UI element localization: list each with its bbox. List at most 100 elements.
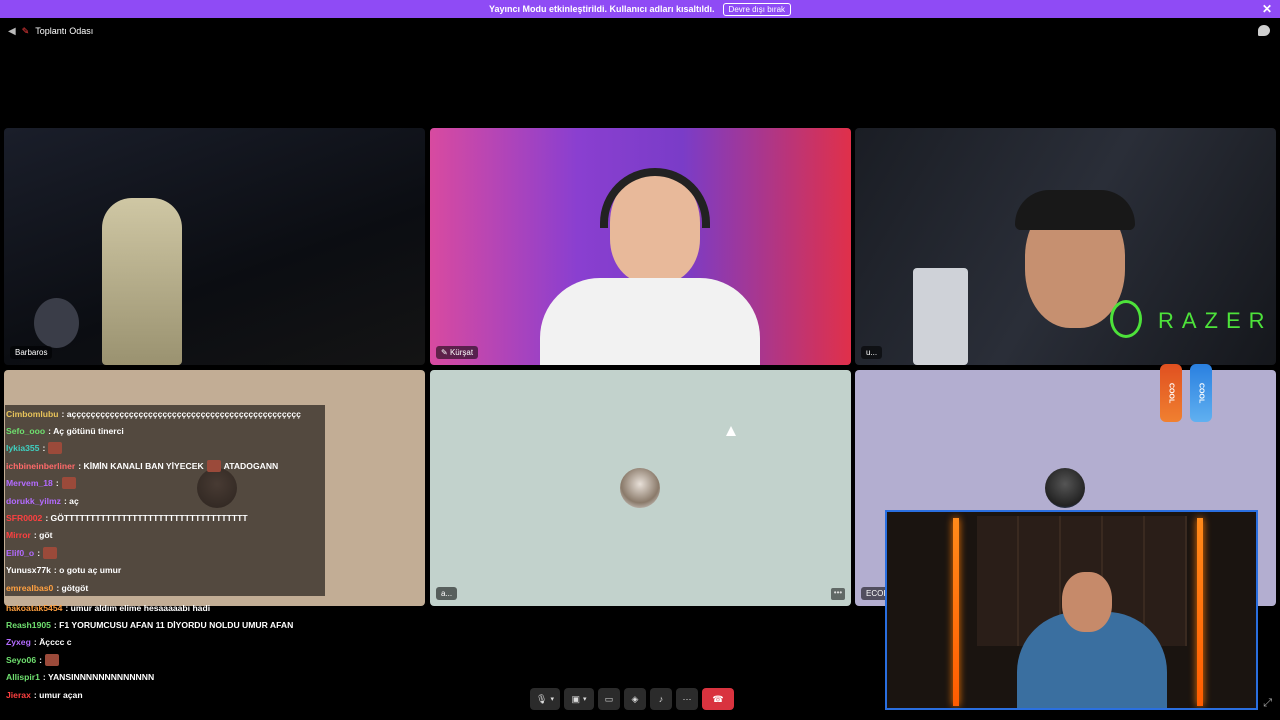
chat-username[interactable]: Reash1905 — [6, 620, 51, 630]
chat-username[interactable]: Mirror — [6, 530, 31, 540]
energy-can: COOL — [1160, 364, 1182, 422]
chat-username[interactable]: SFR0002 — [6, 513, 42, 523]
headphones — [600, 168, 710, 228]
participant-name: a... — [436, 587, 458, 600]
activity-button[interactable]: ◈ — [624, 688, 646, 710]
chat-username[interactable]: Cimbomlubu — [6, 409, 59, 419]
chat-username[interactable]: Elif0_o — [6, 548, 34, 558]
air-purifier — [913, 268, 968, 365]
channel-name: Toplantı Odası — [35, 26, 94, 36]
participant-name: ✎ Kürşat — [436, 346, 479, 359]
fullscreen-icon[interactable]: ⤢ — [1263, 697, 1272, 710]
chat-username[interactable]: Zyxeg — [6, 637, 31, 647]
chat-text: : aççççççççççççççççççççççççççççççççççççç… — [61, 408, 301, 419]
chat-text: ATADOGANN — [223, 460, 279, 471]
soundboard-button[interactable]: ♪ — [650, 688, 672, 710]
chat-message: Seyo06: — [5, 651, 325, 668]
chat-message: Yunusx77k: o gotu aç umur — [5, 561, 325, 579]
chat-text: : GÖTTTTTTTTTTTTTTTTTTTTTTTTTTTTTTTTTTT — [45, 513, 248, 524]
close-icon[interactable]: ✕ — [1262, 2, 1272, 16]
chat-text: : — [42, 443, 46, 454]
person-shirt — [540, 278, 760, 365]
chat-username[interactable]: hakoatak5454 — [6, 603, 62, 613]
chat-text: : Aç götünü tinerci — [48, 426, 124, 437]
more-button[interactable]: ⋯ — [676, 688, 698, 710]
cap — [1015, 190, 1135, 230]
banner-text: Yayıncı Modu etkinleştirildi. Kullanıcı … — [488, 4, 715, 14]
chat-message: Zyxeg: Äçccc c — [5, 634, 325, 651]
energy-can: COOL — [1190, 364, 1212, 422]
streamer-head — [1062, 572, 1112, 632]
chat-text: : umur açan — [33, 689, 83, 700]
disable-streamer-mode-button[interactable]: Devre dışı bırak — [722, 2, 792, 16]
emote-icon — [61, 477, 76, 490]
emote-icon — [206, 459, 221, 472]
chat-username[interactable]: Jierax — [6, 690, 31, 700]
streamer-facecam — [885, 510, 1258, 710]
chat-text: : aç — [63, 495, 79, 506]
camera-off-icon: ▣ — [571, 693, 580, 704]
chat-text: : götgöt — [56, 582, 89, 593]
soundboard-icon: ♪ — [658, 694, 664, 704]
more-icon: ⋯ — [682, 693, 692, 704]
chat-text: : umur aldım elime hesaaaaabı hadi — [65, 602, 211, 613]
neon-light-left — [953, 518, 959, 706]
chat-text: : — [39, 654, 42, 665]
razer-logo — [1110, 300, 1142, 338]
voice-channel-header: ◀ ✎ Toplantı Odası — [0, 22, 1280, 40]
pin-icon: ✎ — [21, 25, 30, 36]
emote-icon — [44, 653, 59, 666]
streamer-mode-banner: Yayıncı Modu etkinleştirildi. Kullanıcı … — [0, 0, 1280, 18]
chat-message: Jierax: umur açan — [5, 686, 325, 703]
mic-muted-icon: ✎ — [441, 348, 450, 357]
chat-text: : KİMİN KANALI BAN YİYECEK — [78, 460, 204, 471]
chat-username[interactable]: dorukk_yilmz — [6, 496, 61, 506]
chat-message: Reash1905: F1 YORUMCUSU AFAN 11 DİYORDU … — [5, 616, 325, 633]
hang-up-button[interactable]: ☎ — [702, 688, 734, 710]
stream-chat-lower: hakoatak5454: umur aldım elime hesaaaaab… — [5, 599, 325, 703]
camera-button[interactable]: ▣ ▾ — [564, 688, 594, 710]
participant-avatar — [1045, 468, 1085, 508]
chat-message: Mervem_18: — [5, 474, 325, 492]
participant-avatar — [620, 468, 660, 508]
emote-icon — [43, 546, 58, 559]
chevron-icon[interactable]: ▾ — [583, 695, 587, 703]
chat-username[interactable]: Sefo_ooo — [6, 426, 45, 436]
chat-icon[interactable] — [1258, 25, 1270, 36]
chat-username[interactable]: Allispir1 — [6, 672, 40, 682]
chat-text: : F1 YORUMCUSU AFAN 11 DİYORDU NOLDU UMU… — [53, 620, 294, 631]
chevron-icon[interactable]: ▾ — [550, 695, 554, 703]
video-tile-a[interactable]: a... ••• — [430, 370, 851, 606]
chat-username[interactable]: lykia355 — [6, 443, 39, 453]
chat-message: dorukk_yilmz: aç — [5, 491, 325, 510]
microphone-icon: 🎙︎ — [536, 693, 548, 704]
razer-text: RAZER — [1158, 308, 1273, 333]
plush-figure — [34, 298, 79, 348]
chat-username[interactable]: Yunusx77k — [6, 565, 51, 575]
chat-message: Allispir1: YANSINNNNNNNNNNNNN — [5, 669, 325, 686]
chat-username[interactable]: Seyo06 — [6, 655, 36, 665]
chat-username[interactable]: ichbineinberliner — [6, 461, 75, 471]
chat-text: : YANSINNNNNNNNNNNNN — [42, 672, 155, 683]
chat-message: hakoatak5454: umur aldım elime hesaaaaab… — [5, 599, 325, 616]
participant-name: u... — [861, 346, 883, 359]
chat-text: : o gotu aç umur — [53, 565, 122, 576]
video-tile-barbaros[interactable]: Barbaros — [4, 128, 425, 365]
chat-message: Elif0_o: — [5, 544, 325, 562]
chat-text: : Äçccc c — [33, 637, 72, 648]
chat-message: SFR0002: GÖTTTTTTTTTTTTTTTTTTTTTTTTTTTTT… — [5, 509, 325, 527]
chat-text: : göt — [33, 530, 53, 541]
speaker-muted-icon[interactable]: ◀ — [8, 26, 16, 37]
chat-username[interactable]: emrealbas0 — [6, 583, 53, 593]
more-options-icon[interactable]: ••• — [831, 588, 845, 600]
chat-username[interactable]: Mervem_18 — [6, 478, 53, 488]
chat-message: emrealbas0: götgöt — [5, 578, 325, 597]
video-tile-kursat[interactable]: ✎ Kürşat — [430, 128, 851, 365]
mouse-cursor-icon — [726, 426, 736, 436]
microphone-button[interactable]: 🎙︎ ▾ — [530, 688, 560, 710]
neon-light-right — [1197, 518, 1203, 706]
participant-name: Barbaros — [10, 346, 53, 359]
screen-share-button[interactable]: ▭ — [598, 688, 620, 710]
screen-share-icon: ▭ — [604, 693, 614, 704]
emote-icon — [48, 442, 63, 455]
